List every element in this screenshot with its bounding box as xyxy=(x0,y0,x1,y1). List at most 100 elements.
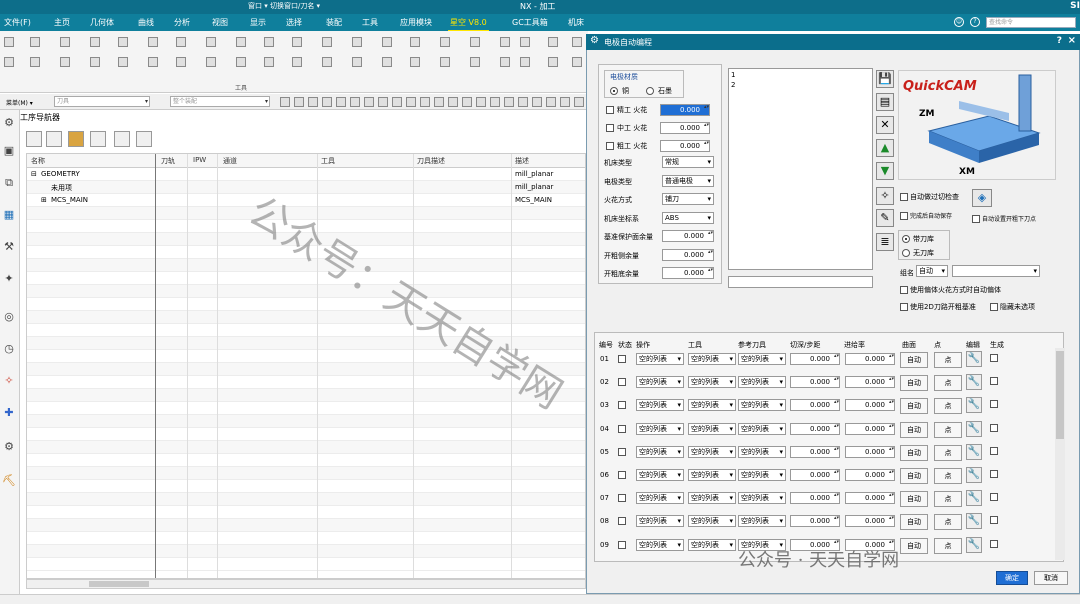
op-status-checkbox[interactable] xyxy=(618,494,626,503)
menu-item[interactable]: 工具 xyxy=(362,17,378,28)
ribbon-tool-icon[interactable] xyxy=(236,57,246,67)
table-row[interactable] xyxy=(27,558,585,571)
table-row[interactable] xyxy=(27,207,585,220)
history-icon[interactable]: ◷ xyxy=(2,342,16,356)
auto-save-icon[interactable]: ✎ xyxy=(876,209,894,227)
menu-item[interactable]: 曲线 xyxy=(138,17,154,28)
ribbon-tool-icon[interactable] xyxy=(382,37,392,47)
auto-open-next-checkbox[interactable] xyxy=(972,215,980,223)
op-generate-checkbox[interactable] xyxy=(990,400,998,409)
op-feed-input[interactable]: 0.000 xyxy=(845,492,895,505)
op-feed-input[interactable]: 0.000 xyxy=(845,353,895,365)
ribbon-tool-icon[interactable] xyxy=(264,37,274,47)
op-tool-combo[interactable]: 空的列表 xyxy=(688,353,736,365)
op-depth-input[interactable]: 0.000 xyxy=(790,376,840,389)
ribbon-tool-icon[interactable] xyxy=(30,57,40,67)
op-status-checkbox[interactable] xyxy=(618,540,626,549)
ribbon-tool-icon[interactable] xyxy=(206,37,216,47)
web-browser-icon[interactable]: ◎ xyxy=(2,310,16,324)
ops-vertical-scrollbar[interactable] xyxy=(1055,348,1065,560)
table-row[interactable] xyxy=(27,519,585,532)
ribbon-tool-icon[interactable] xyxy=(292,37,302,47)
ribbon-tool-icon[interactable] xyxy=(410,57,420,67)
op-tool-combo[interactable]: 空的列表 xyxy=(688,492,736,505)
filter-tool-icon[interactable] xyxy=(546,97,556,107)
menu-dropdown[interactable]: 菜单(M) ▾ xyxy=(6,98,33,107)
filter-tool-icon[interactable] xyxy=(434,97,444,107)
table-row[interactable] xyxy=(27,376,585,389)
table-row[interactable] xyxy=(27,220,585,233)
menu-item[interactable]: 文件(F) xyxy=(4,17,31,28)
table-row[interactable]: ⊞ MCS_MAIN MCS_MAIN xyxy=(27,194,585,207)
group-name-combo[interactable]: 自动 xyxy=(916,265,948,277)
op-feed-input[interactable]: 0.000 xyxy=(845,445,895,458)
use-2d-open-checkbox[interactable] xyxy=(900,303,908,311)
op-tool-combo[interactable]: 空的列表 xyxy=(688,445,736,458)
op-ref-tool-combo[interactable]: 空的列表 xyxy=(738,445,786,458)
tool-library-icon[interactable]: ⛏ xyxy=(2,474,16,488)
op-depth-input[interactable]: 0.000 xyxy=(790,353,840,365)
table-row[interactable] xyxy=(27,311,585,324)
move-up-icon[interactable]: ▲ xyxy=(876,139,894,157)
graphite-radio[interactable] xyxy=(646,87,654,95)
op-ref-tool-combo[interactable]: 空的列表 xyxy=(738,399,786,412)
op-point-button[interactable]: 点 xyxy=(934,398,962,415)
op-status-checkbox[interactable] xyxy=(618,471,626,479)
ribbon-tool-icon[interactable] xyxy=(352,57,362,67)
filter-tool-icon[interactable] xyxy=(308,97,318,107)
param-spin-input[interactable]: 0.000 xyxy=(662,230,714,242)
op-surface-button[interactable]: 自动 xyxy=(900,491,928,508)
reuse-library-icon[interactable]: ✦ xyxy=(2,272,16,286)
wrench-icon[interactable]: 🔧 xyxy=(966,467,982,483)
param-combo[interactable]: 普通电极 xyxy=(662,174,714,187)
spark-value-input[interactable]: 0.000 xyxy=(660,104,710,116)
wrench-icon[interactable]: 🔧 xyxy=(966,374,982,391)
grid-horizontal-scrollbar[interactable] xyxy=(26,579,586,589)
method-view-icon[interactable] xyxy=(90,131,106,147)
ribbon-tool-icon[interactable] xyxy=(118,57,128,67)
op-generate-checkbox[interactable] xyxy=(990,470,998,478)
param-combo[interactable]: 常规 xyxy=(662,156,714,168)
menu-item[interactable]: GC工具箱 xyxy=(512,17,548,28)
menu-item[interactable]: 主页 xyxy=(54,17,70,28)
op-tool-combo[interactable]: 空的列表 xyxy=(688,538,736,551)
system-materials-icon[interactable]: ⚙ xyxy=(2,440,16,454)
op-surface-button[interactable]: 自动 xyxy=(900,421,928,438)
op-point-button[interactable]: 点 xyxy=(934,421,962,438)
machine-view-icon[interactable] xyxy=(46,131,62,147)
filter-tool-icon[interactable] xyxy=(518,97,528,107)
settings-icon[interactable]: ▤ xyxy=(876,93,894,111)
menu-item[interactable]: 机床 xyxy=(568,17,584,28)
op-ref-tool-combo[interactable]: 空的列表 xyxy=(738,353,786,365)
filter-tool-icon[interactable] xyxy=(378,97,388,107)
op-depth-input[interactable]: 0.000 xyxy=(790,515,840,528)
table-row[interactable] xyxy=(27,350,585,363)
op-point-button[interactable]: 点 xyxy=(934,444,962,461)
param-combo[interactable]: 铺刀 xyxy=(662,193,714,205)
table-row[interactable] xyxy=(27,363,585,376)
col-desc[interactable]: 描述 xyxy=(515,156,529,166)
menu-item[interactable]: 选择 xyxy=(286,17,302,28)
op-status-checkbox[interactable] xyxy=(618,424,626,433)
op-ref-tool-combo[interactable]: 空的列表 xyxy=(738,376,786,389)
list-item[interactable]: 1 xyxy=(731,71,735,79)
op-point-button[interactable]: 点 xyxy=(934,352,962,368)
auto-save-checkbox[interactable] xyxy=(900,212,908,220)
ribbon-tool-icon[interactable] xyxy=(322,57,332,67)
op-surface-button[interactable]: 自动 xyxy=(900,375,928,392)
op-feed-input[interactable]: 0.000 xyxy=(845,399,895,412)
electrode-list[interactable] xyxy=(728,68,873,270)
hide-unselected-checkbox[interactable] xyxy=(990,303,998,311)
op-feed-input[interactable]: 0.000 xyxy=(845,422,895,435)
ribbon-tool-icon[interactable] xyxy=(500,37,510,47)
op-ref-tool-combo[interactable]: 空的列表 xyxy=(738,515,786,528)
wrench-icon[interactable]: 🔧 xyxy=(966,351,982,367)
filter-tool-icon[interactable] xyxy=(294,97,304,107)
op-depth-input[interactable]: 0.000 xyxy=(790,445,840,458)
filter-tool-icon[interactable] xyxy=(532,97,542,107)
assembly-filter-select[interactable]: 整个装配 xyxy=(170,96,270,107)
op-depth-input[interactable]: 0.000 xyxy=(790,538,840,551)
ribbon-tool-icon[interactable] xyxy=(4,37,14,47)
op-operation-combo[interactable]: 空的列表 xyxy=(636,469,684,481)
part-navigator-icon[interactable]: ▣ xyxy=(2,144,16,158)
